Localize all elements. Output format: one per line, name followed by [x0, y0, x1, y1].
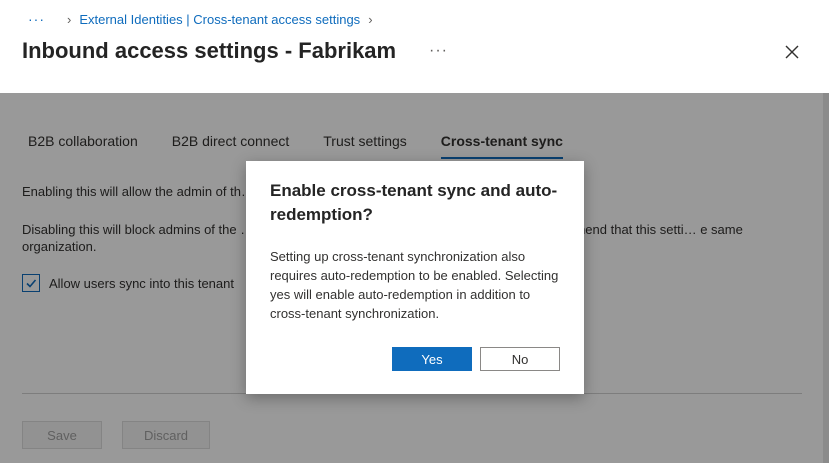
close-icon — [785, 45, 799, 59]
dialog-title: Enable cross-tenant sync and auto-redemp… — [270, 181, 558, 224]
chevron-right-icon: › — [368, 11, 373, 27]
more-options-button[interactable]: ··· — [429, 42, 448, 60]
no-button[interactable]: No — [480, 347, 560, 371]
yes-button[interactable]: Yes — [392, 347, 472, 371]
page-title: Inbound access settings - Fabrikam — [22, 38, 397, 63]
breadcrumb-item-cross-tenant-settings[interactable]: External Identities | Cross-tenant acces… — [79, 12, 360, 27]
confirm-dialog: Enable cross-tenant sync and auto-redemp… — [246, 161, 584, 394]
breadcrumb: ··· › External Identities | Cross-tenant… — [28, 11, 381, 27]
dialog-message: Setting up cross-tenant synchronization … — [270, 249, 559, 321]
blade-header: ··· › External Identities | Cross-tenant… — [0, 0, 829, 93]
chevron-right-icon: › — [67, 11, 72, 27]
close-button[interactable] — [783, 43, 801, 61]
breadcrumb-overflow-button[interactable]: ··· — [28, 11, 45, 27]
